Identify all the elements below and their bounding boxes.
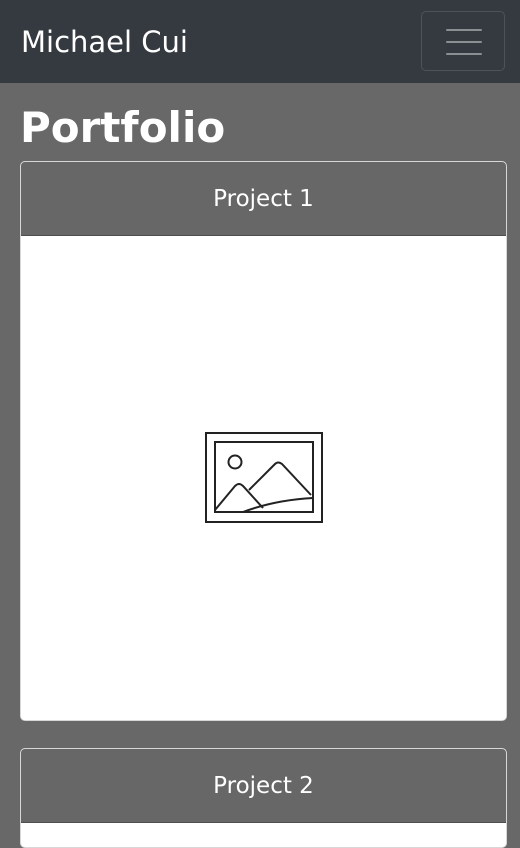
navbar-toggler-button[interactable]: [421, 11, 505, 71]
project-card-header: Project 1: [21, 162, 506, 236]
project-card: Project 1: [20, 161, 507, 721]
image-placeholder-icon: [205, 432, 323, 523]
page-title: Portfolio: [20, 103, 226, 152]
project-card-body: [21, 236, 506, 720]
project-card: Project 2: [20, 748, 507, 848]
navbar: Michael Cui: [0, 0, 520, 83]
project-card-header: Project 2: [21, 749, 506, 823]
brand-link[interactable]: Michael Cui: [21, 22, 188, 62]
